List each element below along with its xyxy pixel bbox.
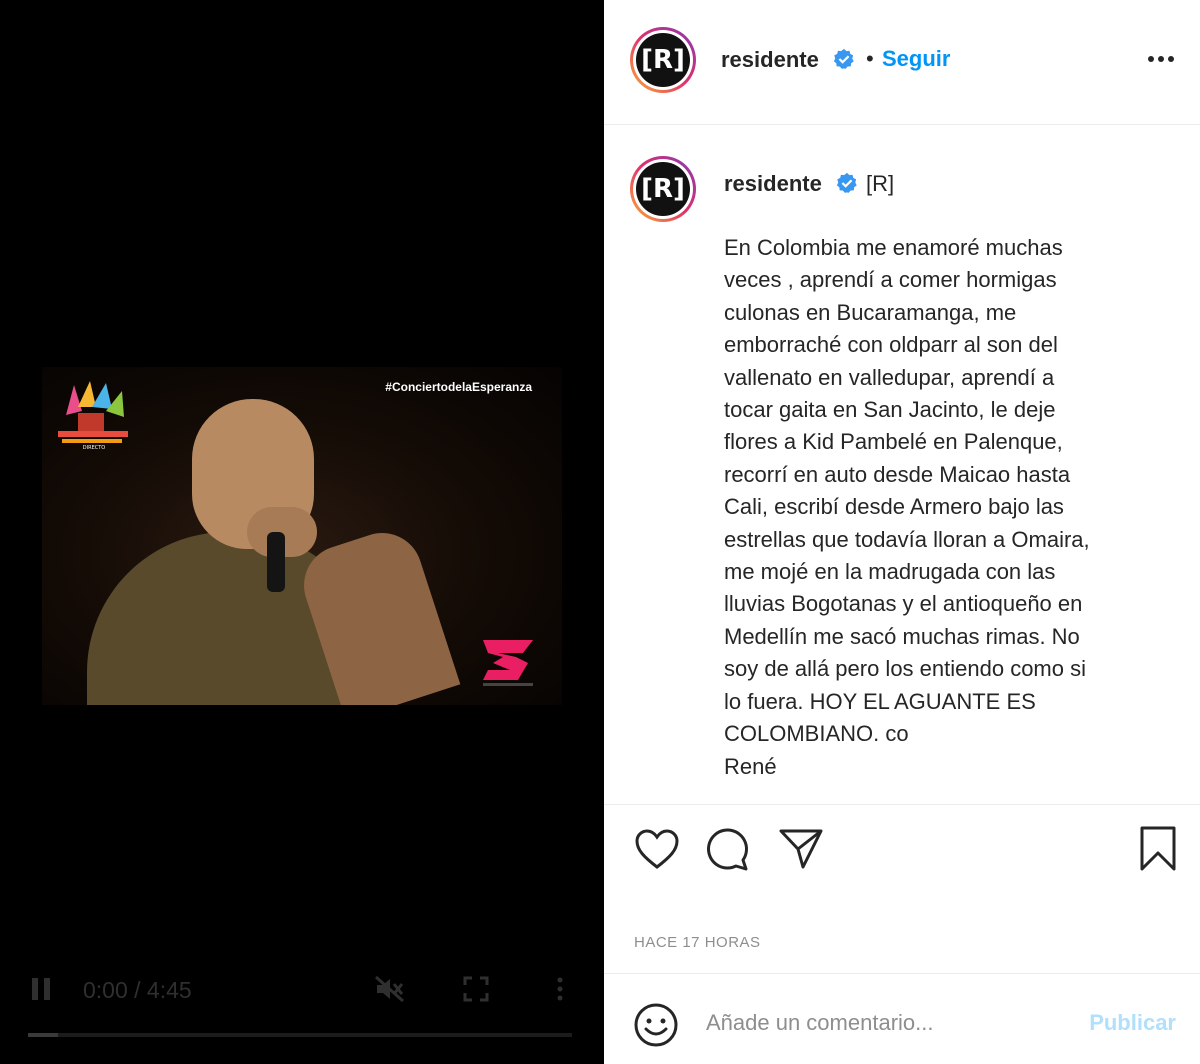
caption-line: soy de allá pero los entiendo como si: [724, 656, 1086, 682]
publish-button[interactable]: Publicar: [1089, 1010, 1176, 1036]
caption-username[interactable]: residente: [724, 171, 822, 197]
caption-line: René: [724, 753, 777, 779]
fullscreen-icon[interactable]: [463, 976, 489, 1002]
caption-line: Cali, escribí desde Armero bajo las: [724, 494, 1064, 520]
avatar-logo: [R]: [636, 33, 690, 87]
caption-line: me mojé en la madrugada con las: [724, 559, 1056, 585]
caption-line: lluvias Bogotanas y el antioqueño en: [724, 591, 1083, 617]
verified-badge-icon: [836, 172, 857, 193]
caption-line: emborraché con oldparr al son del: [724, 332, 1058, 358]
caption-line: COLOMBIANO. co: [724, 721, 909, 747]
header-username[interactable]: residente: [721, 47, 819, 73]
caption-line: veces , aprendí a comer hormigas: [724, 267, 1057, 293]
caption-text: En Colombia me enamoré muchas veces , ap…: [724, 232, 1164, 783]
comment-icon[interactable]: [705, 827, 751, 871]
caption-avatar[interactable]: [R]: [630, 156, 696, 222]
svg-text:DIRECTO: DIRECTO: [83, 445, 106, 451]
verified-badge-icon: [833, 48, 854, 69]
video-options-icon[interactable]: [555, 976, 565, 1002]
video-time: 0:00 / 4:45: [83, 977, 192, 1003]
send-icon[interactable]: [778, 827, 824, 871]
header-avatar[interactable]: [R]: [630, 27, 696, 93]
caption-line: culonas en Bucaramanga, me: [724, 299, 1017, 325]
concert-logo: DIRECTO: [58, 381, 128, 451]
mute-icon[interactable]: [375, 976, 405, 1002]
emoji-icon[interactable]: [633, 1002, 679, 1048]
pause-icon[interactable]: [32, 976, 52, 1002]
post-sidebar: [R] residente • Seguir [R] residente [R]…: [604, 0, 1200, 1064]
caption-line: flores a Kid Pambelé en Palenque,: [724, 429, 1063, 455]
caption-line: Medellín me sacó muchas rimas. No: [724, 623, 1080, 649]
video-controls: 0:00 / 4:45: [0, 970, 604, 1010]
video-player[interactable]: DIRECTO #ConciertodelaEsperanza 0:00 / 4…: [0, 0, 604, 1064]
caption-tag: [R]: [866, 171, 895, 196]
follow-button[interactable]: Seguir: [882, 46, 950, 72]
header-separator: •: [866, 46, 874, 71]
comment-input[interactable]: Añade un comentario...: [706, 1010, 933, 1036]
channel-logo: [483, 640, 533, 686]
bookmark-icon[interactable]: [1138, 825, 1178, 873]
video-hashtag: #ConciertodelaEsperanza: [385, 380, 532, 394]
video-frame: DIRECTO #ConciertodelaEsperanza: [42, 367, 562, 705]
post-header: [R] residente • Seguir: [604, 0, 1200, 125]
caption-line: tocar gaita en San Jacinto, le deje: [724, 397, 1056, 423]
caption-line: recorrí en auto desde Maicao hasta: [724, 461, 1071, 487]
actions-divider: [604, 804, 1200, 805]
post-timestamp[interactable]: HACE 17 HORAS: [634, 934, 761, 951]
video-progress-bar[interactable]: [28, 1033, 572, 1037]
heart-icon[interactable]: [634, 828, 680, 870]
caption-line: vallenato en valledupar, aprendí a: [724, 364, 1055, 390]
microphone: [267, 532, 285, 592]
caption-line: estrellas que todavía lloran a Omaira,: [724, 526, 1090, 552]
more-options-icon[interactable]: [1148, 56, 1174, 62]
comment-divider: [604, 973, 1200, 974]
caption-line: lo fuera. HOY EL AGUANTE ES: [724, 688, 1036, 714]
video-progress-fill: [28, 1033, 58, 1037]
caption-line: En Colombia me enamoré muchas: [724, 235, 1063, 260]
avatar-logo: [R]: [636, 162, 690, 216]
